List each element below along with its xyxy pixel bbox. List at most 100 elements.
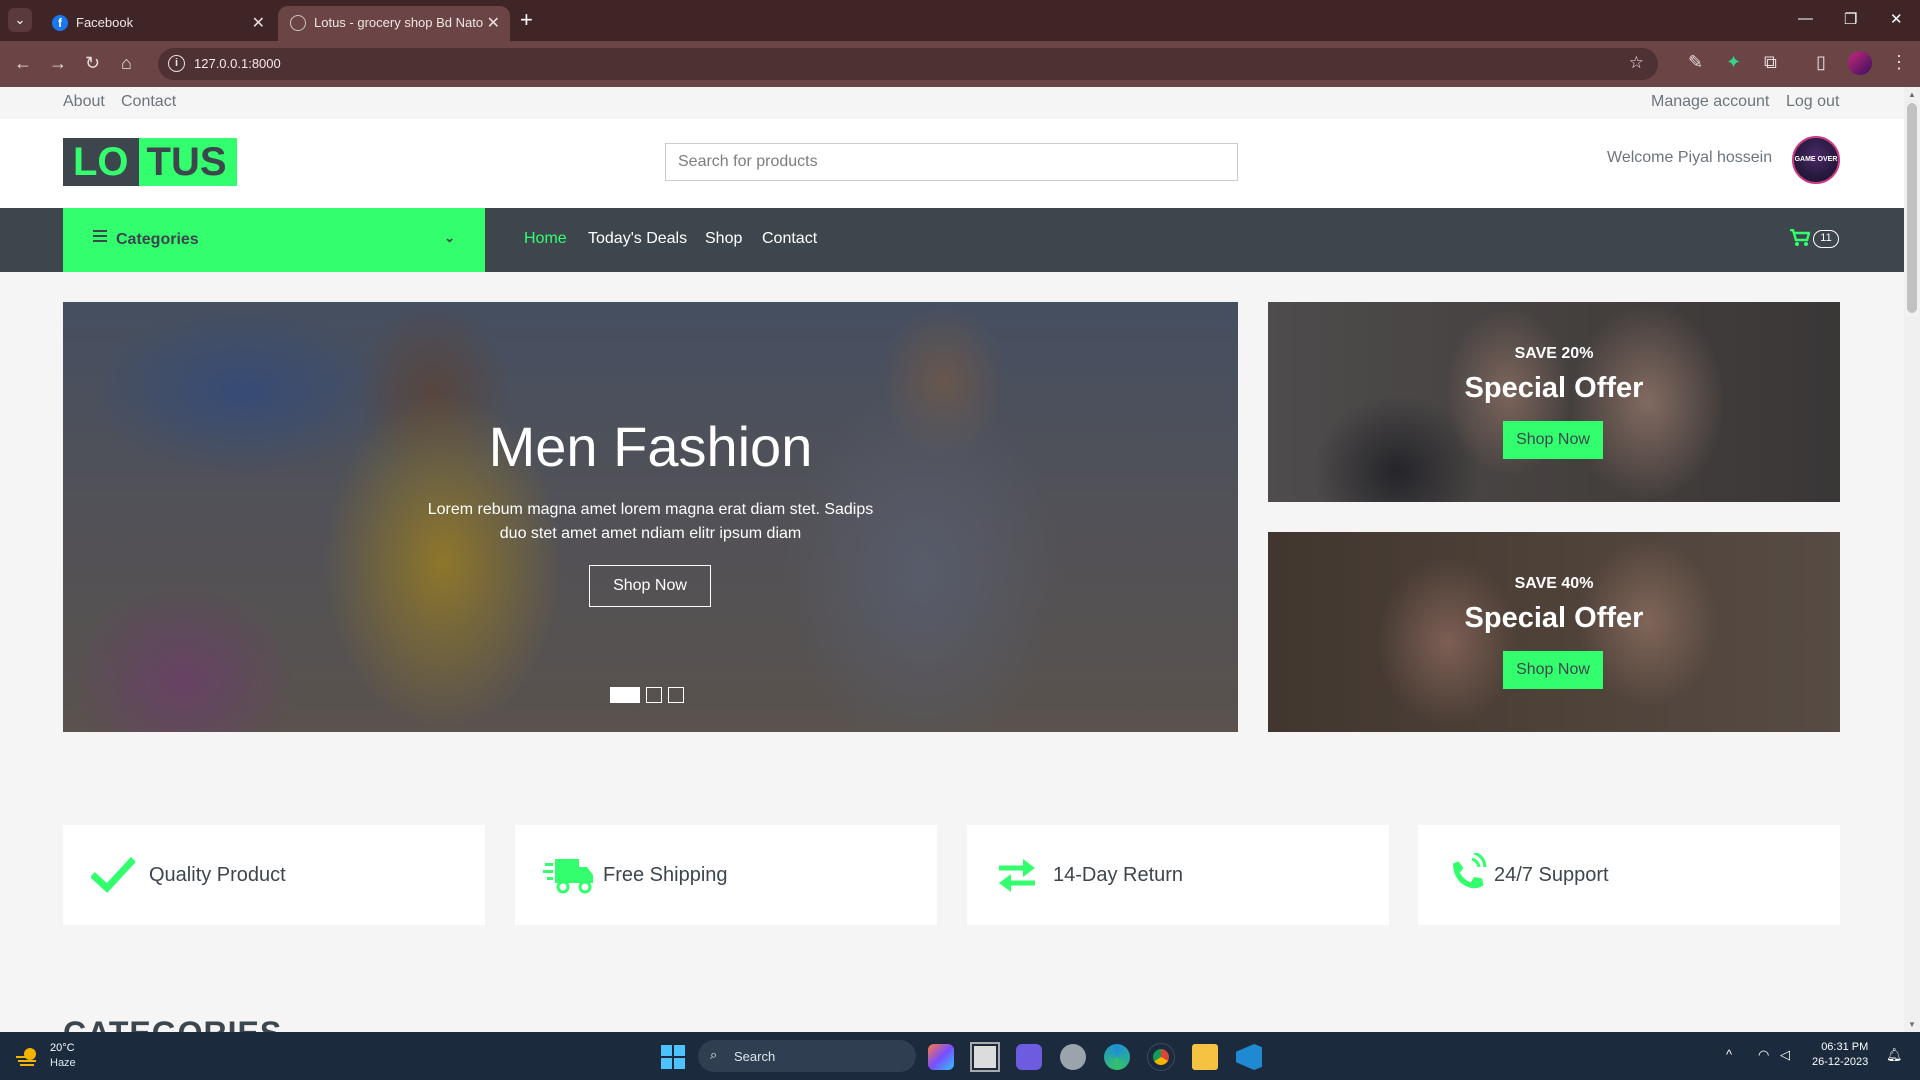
nav-link-todays-deals[interactable]: Today's Deals <box>588 230 687 248</box>
feature-quality-product: Quality Product <box>63 825 485 925</box>
categories-dropdown[interactable]: Categories ⌄ <box>63 208 485 272</box>
tab-facebook[interactable]: f Facebook ✕ <box>40 6 275 41</box>
carousel-text: Lorem rebum magna amet lorem magna erat … <box>427 501 874 542</box>
new-tab-button[interactable]: + <box>520 8 533 32</box>
nav-link-shop[interactable]: Shop <box>705 230 742 248</box>
menu-kebab-icon[interactable]: ⋮ <box>1890 52 1908 73</box>
extensions-puzzle-icon[interactable]: ⧉ <box>1764 52 1777 73</box>
forward-icon[interactable]: → <box>49 53 67 74</box>
windows-taskbar: 20°C Haze ⌕ Search ^ ◠ ◁ 06:31 PM 26-12-… <box>0 1032 1920 1080</box>
offer-shop-now-button[interactable]: Shop Now <box>1503 651 1603 689</box>
truck-icon <box>543 859 593 894</box>
volume-icon[interactable]: ◁ <box>1780 1047 1790 1063</box>
clock-time: 06:31 PM <box>1821 1041 1869 1053</box>
close-tab-icon[interactable]: ✕ <box>487 13 500 33</box>
scroll-down-icon[interactable]: ▼ <box>1908 1020 1916 1029</box>
offer-save-text: SAVE 40% <box>1514 575 1594 592</box>
taskbar-search-label: Search <box>734 1049 776 1064</box>
tab-lotus[interactable]: Lotus - grocery shop Bd Natore ✕ <box>278 6 510 41</box>
taskbar-clock[interactable]: 06:31 PM 26-12-2023 <box>1812 1040 1868 1070</box>
site-info-icon[interactable]: i <box>168 55 185 72</box>
feature-label: 14-Day Return <box>1053 864 1184 886</box>
vscode-icon[interactable] <box>1236 1044 1262 1070</box>
site-logo[interactable]: LO TUS <box>63 138 237 186</box>
reload-icon[interactable]: ↻ <box>85 53 100 74</box>
address-bar[interactable]: i 127.0.0.1:8000 ☆ <box>158 48 1658 80</box>
haze-weather-icon <box>16 1048 36 1066</box>
top-bar: About Contact Manage account Log out <box>0 87 1904 119</box>
offer-shop-now-button[interactable]: Shop Now <box>1503 421 1603 459</box>
chevron-down-icon: ⌄ <box>444 230 455 245</box>
offer-title: Special Offer <box>1464 602 1644 634</box>
home-icon[interactable]: ⌂ <box>121 53 132 74</box>
carousel-shop-now-button[interactable]: Shop Now <box>589 565 711 607</box>
user-avatar[interactable]: GAME OVER <box>1792 136 1840 184</box>
hero-carousel: Men Fashion Lorem rebum magna amet lorem… <box>63 302 1238 732</box>
carousel-indicator[interactable] <box>646 687 662 703</box>
site-header: LO TUS Welcome Piyal hossein GAME OVER <box>0 119 1904 208</box>
close-window-icon[interactable]: ✕ <box>1890 10 1903 28</box>
tab-title: Lotus - grocery shop Bd Natore <box>314 15 484 30</box>
feature-free-shipping: Free Shipping <box>515 825 937 925</box>
clock-date: 26-12-2023 <box>1812 1056 1869 1068</box>
tab-title: Facebook <box>76 15 134 30</box>
feature-support: 24/7 Support <box>1418 825 1840 925</box>
topbar-link-about[interactable]: About <box>63 93 105 111</box>
notification-bell-icon[interactable]: 🔔︎ <box>1886 1047 1903 1063</box>
edge-browser-icon[interactable] <box>1104 1044 1130 1070</box>
wifi-icon[interactable]: ◠ <box>1758 1047 1769 1063</box>
settings-gear-icon[interactable] <box>1060 1044 1086 1070</box>
feature-label: Quality Product <box>149 864 286 886</box>
phone-volume-icon <box>1453 853 1487 889</box>
offer-save-text: SAVE 20% <box>1514 345 1594 362</box>
bookmark-star-icon[interactable]: ☆ <box>1629 53 1644 73</box>
categories-label: Categories <box>116 231 199 248</box>
offer-card: SAVE 40% Special Offer Shop Now <box>1268 532 1840 732</box>
carousel-indicators <box>610 687 684 703</box>
windows-start-icon[interactable] <box>660 1044 686 1070</box>
hamburger-icon <box>93 230 107 242</box>
topbar-link-logout[interactable]: Log out <box>1786 93 1839 111</box>
browser-tab-bar: ⌄ f Facebook ✕ Lotus - grocery shop Bd N… <box>0 0 1920 41</box>
back-icon[interactable]: ← <box>14 53 32 74</box>
page-scrollbar[interactable]: ▲ ▼ <box>1904 87 1920 1032</box>
search-input[interactable] <box>665 143 1238 181</box>
cart-count-badge[interactable]: 11 <box>1813 230 1839 248</box>
scrollbar-thumb[interactable] <box>1907 103 1917 313</box>
nav-link-contact[interactable]: Contact <box>762 230 817 248</box>
file-explorer-icon[interactable] <box>1192 1044 1218 1070</box>
task-view-icon[interactable] <box>970 1042 1000 1072</box>
page-viewport: About Contact Manage account Log out LO … <box>0 87 1904 1032</box>
restore-icon[interactable]: ❐ <box>1844 10 1857 28</box>
carousel-indicator[interactable] <box>610 687 640 703</box>
taskbar-search[interactable]: ⌕ Search <box>698 1040 916 1072</box>
exchange-icon <box>999 859 1035 892</box>
logo-part-2: TUS <box>138 138 237 186</box>
search-icon: ⌕ <box>710 1047 718 1062</box>
pen-extension-icon[interactable]: ✎ <box>1688 52 1703 73</box>
close-tab-icon[interactable]: ✕ <box>252 13 265 33</box>
tray-chevron-up-icon[interactable]: ^ <box>1726 1047 1732 1062</box>
facebook-icon: f <box>52 15 68 31</box>
weather-temp: 20°C <box>50 1042 75 1054</box>
green-extension-icon[interactable]: ✦ <box>1726 52 1741 73</box>
tab-search-button[interactable]: ⌄ <box>8 8 32 32</box>
minimize-icon[interactable]: — <box>1798 10 1813 27</box>
browser-toolbar: ← → ↻ ⌂ i 127.0.0.1:8000 ☆ ✎ ✦ ⧉ ▯ ⋮ <box>0 41 1920 87</box>
topbar-link-contact[interactable]: Contact <box>121 93 176 111</box>
carousel-indicator[interactable] <box>668 687 684 703</box>
section-title-categories: CATEGORIES <box>63 1015 282 1032</box>
copilot-icon[interactable] <box>928 1044 954 1070</box>
profile-avatar[interactable] <box>1848 51 1872 75</box>
topbar-link-manage-account[interactable]: Manage account <box>1651 93 1769 111</box>
teams-chat-icon[interactable] <box>1016 1044 1042 1070</box>
nav-link-home[interactable]: Home <box>524 230 567 248</box>
cart-icon[interactable] <box>1790 228 1811 252</box>
url-text: 127.0.0.1:8000 <box>194 56 281 71</box>
side-panel-icon[interactable]: ▯ <box>1816 52 1826 73</box>
chrome-browser-icon[interactable] <box>1147 1043 1175 1071</box>
scroll-up-icon[interactable]: ▲ <box>1908 90 1916 99</box>
feature-label: Free Shipping <box>603 864 728 886</box>
logo-part-1: LO <box>63 138 139 186</box>
feature-label: 24/7 Support <box>1494 864 1609 886</box>
